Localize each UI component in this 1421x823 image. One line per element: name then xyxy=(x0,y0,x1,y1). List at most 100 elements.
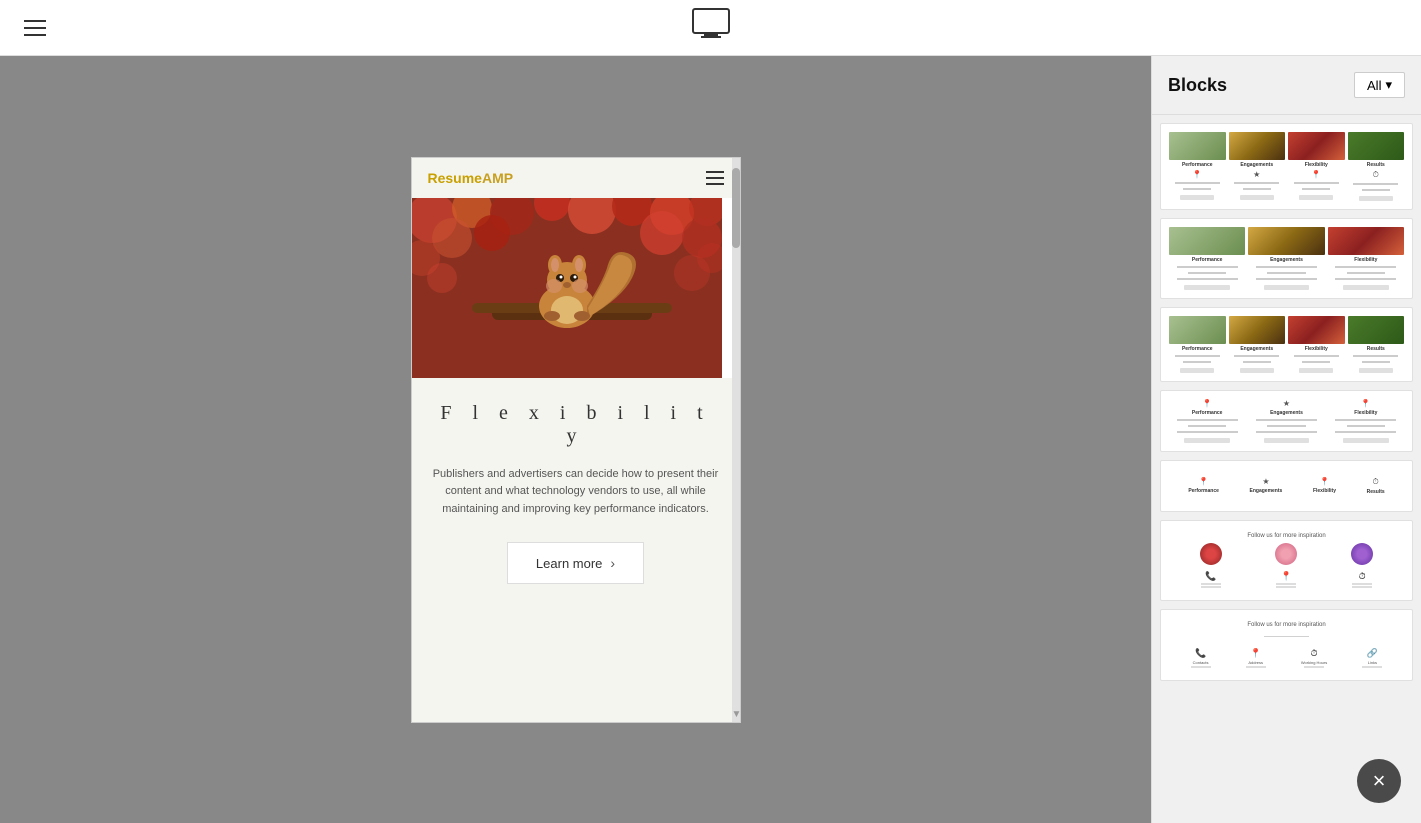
logo-resume: Resume xyxy=(428,170,482,186)
panel-header: Blocks All ▾ xyxy=(1152,56,1421,115)
star-icon-1: ★ xyxy=(1253,170,1260,179)
mobile-section-title: F l e x i b i l i t y xyxy=(428,402,724,448)
clock-icon-1: ⏱ xyxy=(1373,170,1379,180)
block7-cell3: ⏱ Working Hours xyxy=(1301,648,1327,668)
topbar xyxy=(0,0,1421,56)
block2-col1: Performance xyxy=(1169,227,1245,290)
social-img-1 xyxy=(1200,543,1222,565)
location-icon: 📍 xyxy=(1281,571,1292,582)
block1-img1 xyxy=(1169,132,1226,160)
block-thumb-5[interactable]: 📍 Performance ★ Engagements 📍 Flexibilit… xyxy=(1160,460,1413,512)
canvas-area: ▲ ResumeAMP xyxy=(0,56,1151,823)
pin-icon-4: 📍 xyxy=(1361,399,1371,408)
hamburger-icon[interactable] xyxy=(24,20,46,36)
pin-icon-1: 📍 xyxy=(1192,170,1202,179)
block5-cell2: ★ Engagements xyxy=(1250,477,1283,495)
panel-title: Blocks xyxy=(1168,75,1227,96)
filter-all-button[interactable]: All ▾ xyxy=(1354,72,1405,98)
block-thumb-4[interactable]: 📍 Performance ★ Engagements xyxy=(1160,390,1413,452)
block4-grid: 📍 Performance ★ Engagements xyxy=(1169,399,1404,443)
social-img-2 xyxy=(1275,543,1297,565)
link-icon: 🔗 xyxy=(1367,648,1378,659)
learn-more-button[interactable]: Learn more › xyxy=(507,542,644,584)
block7-social: Follow us for more inspiration —————————… xyxy=(1169,618,1404,672)
mobile-body: F l e x i b i l i t y Publishers and adv… xyxy=(412,378,740,722)
block3-col4: Results xyxy=(1348,316,1405,373)
block-thumb-1[interactable]: Performance 📍 Engagements ★ xyxy=(1160,123,1413,210)
block5-cell1: 📍 Performance xyxy=(1188,477,1219,495)
social-img-3 xyxy=(1351,543,1373,565)
logo-amp: AMP xyxy=(482,170,513,186)
block1-col3: Flexibility 📍 xyxy=(1288,132,1345,201)
chevron-down-icon: ▾ xyxy=(1385,77,1392,93)
social-cell1: 📞 xyxy=(1201,571,1221,588)
scroll-down-arrow[interactable]: ▼ xyxy=(732,709,740,720)
block1-img2 xyxy=(1229,132,1286,160)
mobile-header: ResumeAMP xyxy=(412,158,740,198)
scrollbar-thumb[interactable] xyxy=(732,168,740,248)
social-cell2: 📍 xyxy=(1276,571,1296,588)
monitor-icon xyxy=(691,7,731,48)
block4-col1: 📍 Performance xyxy=(1169,399,1245,443)
social-cell3: ⏱ xyxy=(1352,571,1372,588)
blocks-list: Performance 📍 Engagements ★ xyxy=(1152,115,1421,689)
block-thumb-7[interactable]: Follow us for more inspiration —————————… xyxy=(1160,609,1413,681)
block-thumb-2[interactable]: Performance Engagements xyxy=(1160,218,1413,299)
block2-col3: Flexibility xyxy=(1328,227,1404,290)
pin-icon-6: 📍 xyxy=(1319,477,1329,486)
block7-icons-row: 📞 Contacts 📍 Address ⏱ Working Hours xyxy=(1173,648,1400,668)
block1-img4 xyxy=(1348,132,1405,160)
block2-img2 xyxy=(1248,227,1324,255)
social-images-row xyxy=(1173,543,1400,565)
block3-grid: Performance Engagements Flex xyxy=(1169,316,1404,373)
block3-col3: Flexibility xyxy=(1288,316,1345,373)
block5-icons: 📍 Performance ★ Engagements 📍 Flexibilit… xyxy=(1169,469,1404,503)
location-icon-2: 📍 xyxy=(1250,648,1261,659)
social-icons-row: 📞 📍 ⏱ xyxy=(1173,571,1400,588)
pin-icon-2: 📍 xyxy=(1311,170,1321,179)
block-thumb-6[interactable]: Follow us for more inspiration 📞 xyxy=(1160,520,1413,601)
block2-img3 xyxy=(1328,227,1404,255)
mobile-description: Publishers and advertisers can decide ho… xyxy=(428,466,724,519)
star-icon-2: ★ xyxy=(1283,399,1290,408)
block5-cell4: ⏱ Results xyxy=(1367,477,1385,495)
filter-label: All xyxy=(1367,78,1381,93)
block7-cell1: 📞 Contacts xyxy=(1191,648,1211,668)
block1-col1: Performance 📍 xyxy=(1169,132,1226,201)
block3-img1 xyxy=(1169,316,1226,344)
mobile-scrollbar[interactable] xyxy=(732,158,740,722)
block2-img1 xyxy=(1169,227,1245,255)
block7-cell2: 📍 Address xyxy=(1246,648,1266,668)
block3-img4 xyxy=(1348,316,1405,344)
block6-title: Follow us for more inspiration xyxy=(1173,533,1400,539)
block2-col2: Engagements xyxy=(1248,227,1324,290)
block1-col4: Results ⏱ xyxy=(1348,132,1405,201)
block4-col3: 📍 Flexibility xyxy=(1328,399,1404,443)
mobile-preview: ▲ ResumeAMP xyxy=(411,157,741,723)
block6-social: Follow us for more inspiration 📞 xyxy=(1169,529,1404,592)
mobile-hero-image xyxy=(412,198,722,378)
clock-icon-3: ⏱ xyxy=(1359,571,1366,582)
pin-icon-3: 📍 xyxy=(1202,399,1212,408)
main-area: ▲ ResumeAMP xyxy=(0,56,1421,823)
learn-more-label: Learn more xyxy=(536,556,602,571)
block3-col1: Performance xyxy=(1169,316,1226,373)
block-thumb-3[interactable]: Performance Engagements Flex xyxy=(1160,307,1413,382)
star-icon-3: ★ xyxy=(1262,477,1269,486)
learn-more-arrow: › xyxy=(610,555,615,571)
block2-grid: Performance Engagements xyxy=(1169,227,1404,290)
mobile-logo: ResumeAMP xyxy=(428,170,514,186)
block1-img3 xyxy=(1288,132,1345,160)
right-panel: Blocks All ▾ Performance 📍 xyxy=(1151,56,1421,823)
phone-icon: 📞 xyxy=(1205,571,1216,582)
block3-img3 xyxy=(1288,316,1345,344)
mobile-hamburger-icon[interactable] xyxy=(706,171,724,185)
block4-col2: ★ Engagements xyxy=(1248,399,1324,443)
block7-cell4: 🔗 Links xyxy=(1362,648,1382,668)
pin-icon-5: 📍 xyxy=(1199,477,1209,486)
close-button[interactable]: × xyxy=(1357,759,1401,803)
block3-img2 xyxy=(1229,316,1286,344)
block1-grid: Performance 📍 Engagements ★ xyxy=(1169,132,1404,201)
clock-icon-4: ⏱ xyxy=(1311,648,1318,659)
block5-cell3: 📍 Flexibility xyxy=(1313,477,1336,495)
